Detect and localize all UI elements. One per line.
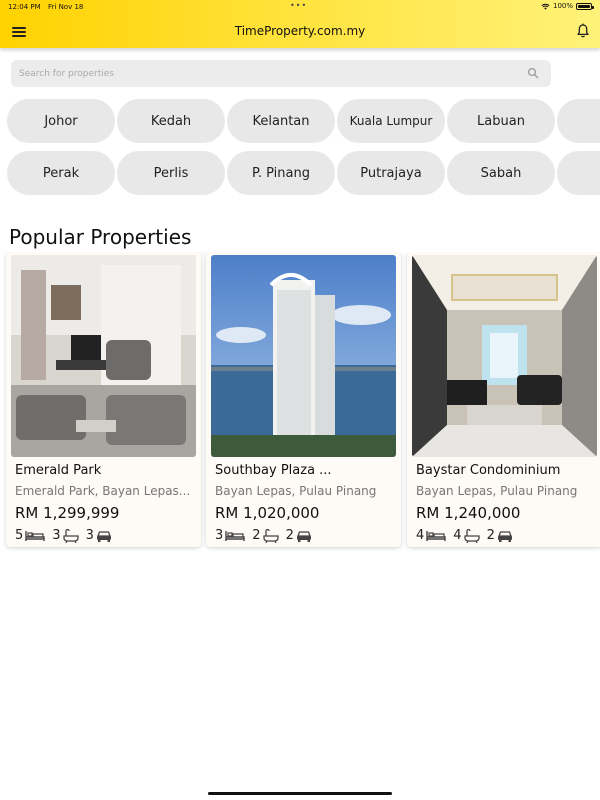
status-time: 12:04 PM xyxy=(8,3,41,11)
state-chip[interactable]: Kuala Lumpur xyxy=(337,99,445,143)
property-features: 4 4 2 xyxy=(416,528,520,543)
state-chip[interactable]: M xyxy=(557,99,600,143)
state-chip[interactable]: Labuan xyxy=(447,99,555,143)
battery-icon xyxy=(576,2,594,10)
property-card[interactable]: Baystar Condominium Bayan Lepas, Pulau P… xyxy=(407,252,600,547)
parking-count: 2 xyxy=(486,528,495,543)
parking: 2 xyxy=(487,528,513,543)
bedroom-count: 5 xyxy=(15,528,24,543)
multitasking-dots-icon[interactable]: ••• xyxy=(290,1,307,10)
property-name: Baystar Condominium xyxy=(416,463,561,478)
bathroom-count: 3 xyxy=(52,528,61,543)
property-name: Southbay Plaza ... xyxy=(215,463,332,478)
property-location: Emerald Park, Bayan Lepas... xyxy=(15,484,191,498)
bedroom-count: 3 xyxy=(215,528,224,543)
property-price: RM 1,299,999 xyxy=(15,504,120,522)
wifi-icon xyxy=(541,3,550,10)
search-icon[interactable] xyxy=(527,67,539,79)
bathrooms: 3 xyxy=(52,528,79,543)
state-chip[interactable]: Johor xyxy=(7,99,115,143)
bedroom-count: 4 xyxy=(416,528,425,543)
property-location: Bayan Lepas, Pulau Pinang xyxy=(215,484,377,498)
state-chip[interactable]: Putrajaya xyxy=(337,151,445,195)
state-chip[interactable]: Perlis xyxy=(117,151,225,195)
property-card[interactable]: Southbay Plaza ... Bayan Lepas, Pulau Pi… xyxy=(206,252,401,547)
bathtub-icon xyxy=(262,528,279,543)
property-features: 3 2 2 xyxy=(215,528,319,543)
property-photo xyxy=(11,255,196,457)
property-location: Bayan Lepas, Pulau Pinang xyxy=(416,484,578,498)
bathroom-count: 4 xyxy=(453,528,462,543)
property-photo xyxy=(412,255,597,457)
property-photo xyxy=(211,255,396,457)
state-chip[interactable]: Kelantan xyxy=(227,99,335,143)
parking-count: 3 xyxy=(85,528,94,543)
property-price: RM 1,020,000 xyxy=(215,504,320,522)
property-name: Emerald Park xyxy=(15,463,102,478)
state-chip-row: Johor Kedah Kelantan Kuala Lumpur Labuan… xyxy=(7,99,600,143)
top-bar: 12:04 PM Fri Nov 18 ••• 100% TimePropert… xyxy=(0,0,600,48)
state-chip[interactable]: Kedah xyxy=(117,99,225,143)
search-bar xyxy=(11,60,551,87)
popular-properties-carousel: Emerald Park Emerald Park, Bayan Lepas..… xyxy=(0,252,600,552)
state-chip[interactable]: P. Pinang xyxy=(227,151,335,195)
bathtub-icon xyxy=(62,528,79,543)
bedrooms: 3 xyxy=(215,528,245,543)
app-bar: TimeProperty.com.my xyxy=(0,16,600,48)
property-card[interactable]: Emerald Park Emerald Park, Bayan Lepas..… xyxy=(6,252,201,547)
state-chip[interactable]: S xyxy=(557,151,600,195)
battery-percent: 100% xyxy=(552,2,573,10)
state-filter-chips: Johor Kedah Kelantan Kuala Lumpur Labuan… xyxy=(0,98,600,198)
car-icon xyxy=(497,530,512,542)
home-indicator[interactable] xyxy=(208,792,392,795)
search-input[interactable] xyxy=(19,60,519,87)
bed-icon xyxy=(225,530,245,541)
state-chip-row: Perak Perlis P. Pinang Putrajaya Sabah S xyxy=(7,151,600,195)
property-features: 5 3 3 xyxy=(15,528,119,543)
property-price: RM 1,240,000 xyxy=(416,504,521,522)
parking: 2 xyxy=(286,528,312,543)
app-title: TimeProperty.com.my xyxy=(234,24,366,38)
bed-icon xyxy=(426,530,446,541)
state-chip[interactable]: Sabah xyxy=(447,151,555,195)
bed-icon xyxy=(25,530,45,541)
bedrooms: 5 xyxy=(15,528,45,543)
bathtub-icon xyxy=(463,528,480,543)
bathrooms: 4 xyxy=(453,528,480,543)
section-title: Popular Properties xyxy=(9,225,192,249)
car-icon xyxy=(96,530,111,542)
car-icon xyxy=(296,530,311,542)
bathrooms: 2 xyxy=(252,528,279,543)
bell-icon[interactable] xyxy=(576,23,590,39)
bedrooms: 4 xyxy=(416,528,446,543)
status-bar: 12:04 PM Fri Nov 18 ••• 100% xyxy=(0,0,600,14)
bathroom-count: 2 xyxy=(252,528,261,543)
state-chip[interactable]: Perak xyxy=(7,151,115,195)
status-date: Fri Nov 18 xyxy=(48,3,84,11)
parking: 3 xyxy=(86,528,112,543)
parking-count: 2 xyxy=(285,528,294,543)
